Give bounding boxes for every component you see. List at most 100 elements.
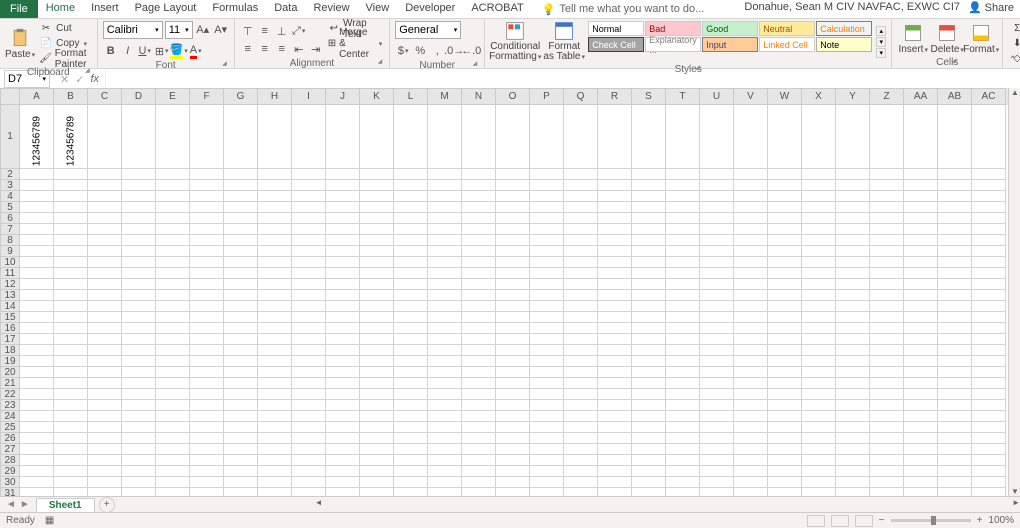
cell-D29[interactable]: [122, 466, 156, 477]
column-header-J[interactable]: J: [326, 88, 360, 105]
cell-Z18[interactable]: [870, 345, 904, 356]
collapse-ribbon-button[interactable]: ⌃: [1009, 55, 1017, 66]
cell-L14[interactable]: [394, 301, 428, 312]
cell-U22[interactable]: [700, 389, 734, 400]
cell-AB1[interactable]: [938, 105, 972, 169]
cell-S23[interactable]: [632, 400, 666, 411]
cell-V16[interactable]: [734, 323, 768, 334]
cell-Z4[interactable]: [870, 191, 904, 202]
cell-E19[interactable]: [156, 356, 190, 367]
cell-O22[interactable]: [496, 389, 530, 400]
cell-X30[interactable]: [802, 477, 836, 488]
cell-S9[interactable]: [632, 246, 666, 257]
cell-Y31[interactable]: [836, 488, 870, 496]
cell-N9[interactable]: [462, 246, 496, 257]
autosum-button[interactable]: ΣAutoSum: [1008, 21, 1020, 36]
cell-K25[interactable]: [360, 422, 394, 433]
cell-U28[interactable]: [700, 455, 734, 466]
cell-D25[interactable]: [122, 422, 156, 433]
cell-Y11[interactable]: [836, 268, 870, 279]
cell-Y8[interactable]: [836, 235, 870, 246]
cell-AC19[interactable]: [972, 356, 1006, 367]
sheet-nav-prev[interactable]: ◄: [6, 499, 16, 510]
cell-L16[interactable]: [394, 323, 428, 334]
cell-I21[interactable]: [292, 378, 326, 389]
cell-K10[interactable]: [360, 257, 394, 268]
cell-X26[interactable]: [802, 433, 836, 444]
align-middle-button[interactable]: ≡: [257, 23, 273, 39]
cell-C15[interactable]: [88, 312, 122, 323]
cell-U25[interactable]: [700, 422, 734, 433]
underline-button[interactable]: U: [137, 43, 153, 59]
row-header-28[interactable]: 28: [0, 455, 20, 466]
cell-K8[interactable]: [360, 235, 394, 246]
file-tab[interactable]: File: [0, 0, 38, 18]
cell-AA31[interactable]: [904, 488, 938, 496]
cell-B13[interactable]: [54, 290, 88, 301]
cell-Y6[interactable]: [836, 213, 870, 224]
cell-AA4[interactable]: [904, 191, 938, 202]
cell-G14[interactable]: [224, 301, 258, 312]
select-all-corner[interactable]: [0, 88, 20, 105]
cell-Q16[interactable]: [564, 323, 598, 334]
cell-N16[interactable]: [462, 323, 496, 334]
cell-N7[interactable]: [462, 224, 496, 235]
cell-G9[interactable]: [224, 246, 258, 257]
cell-W17[interactable]: [768, 334, 802, 345]
cell-AA11[interactable]: [904, 268, 938, 279]
cell-Z14[interactable]: [870, 301, 904, 312]
cell-C30[interactable]: [88, 477, 122, 488]
cell-C26[interactable]: [88, 433, 122, 444]
cell-X12[interactable]: [802, 279, 836, 290]
cell-S17[interactable]: [632, 334, 666, 345]
conditional-formatting-button[interactable]: Conditional Formatting: [490, 21, 540, 63]
cell-O12[interactable]: [496, 279, 530, 290]
cell-P15[interactable]: [530, 312, 564, 323]
column-header-Q[interactable]: Q: [564, 88, 598, 105]
cell-style-note[interactable]: Note: [816, 37, 872, 52]
cell-N8[interactable]: [462, 235, 496, 246]
cell-R9[interactable]: [598, 246, 632, 257]
cell-G25[interactable]: [224, 422, 258, 433]
cell-L10[interactable]: [394, 257, 428, 268]
cell-U20[interactable]: [700, 367, 734, 378]
cell-C12[interactable]: [88, 279, 122, 290]
cell-AB14[interactable]: [938, 301, 972, 312]
decrease-indent-button[interactable]: ⇤: [291, 41, 307, 57]
cell-Y15[interactable]: [836, 312, 870, 323]
cell-A13[interactable]: [20, 290, 54, 301]
cell-T10[interactable]: [666, 257, 700, 268]
cell-T18[interactable]: [666, 345, 700, 356]
cell-R18[interactable]: [598, 345, 632, 356]
cell-U8[interactable]: [700, 235, 734, 246]
cell-W4[interactable]: [768, 191, 802, 202]
cell-C17[interactable]: [88, 334, 122, 345]
cell-AC31[interactable]: [972, 488, 1006, 496]
formula-input[interactable]: [105, 70, 1020, 88]
row-header-18[interactable]: 18: [0, 345, 20, 356]
cell-R27[interactable]: [598, 444, 632, 455]
cell-J20[interactable]: [326, 367, 360, 378]
cell-AA19[interactable]: [904, 356, 938, 367]
cell-P3[interactable]: [530, 180, 564, 191]
cell-W30[interactable]: [768, 477, 802, 488]
cell-E27[interactable]: [156, 444, 190, 455]
cell-V3[interactable]: [734, 180, 768, 191]
cell-Y13[interactable]: [836, 290, 870, 301]
cell-O9[interactable]: [496, 246, 530, 257]
cell-Z11[interactable]: [870, 268, 904, 279]
cell-T29[interactable]: [666, 466, 700, 477]
cell-U15[interactable]: [700, 312, 734, 323]
cell-N17[interactable]: [462, 334, 496, 345]
cell-C6[interactable]: [88, 213, 122, 224]
cell-M27[interactable]: [428, 444, 462, 455]
cell-Z22[interactable]: [870, 389, 904, 400]
cell-L3[interactable]: [394, 180, 428, 191]
cell-I20[interactable]: [292, 367, 326, 378]
cell-P14[interactable]: [530, 301, 564, 312]
merge-center-button[interactable]: ⊞Merge & Center: [326, 36, 385, 51]
cell-Y24[interactable]: [836, 411, 870, 422]
cell-Q28[interactable]: [564, 455, 598, 466]
cell-A8[interactable]: [20, 235, 54, 246]
cell-B14[interactable]: [54, 301, 88, 312]
